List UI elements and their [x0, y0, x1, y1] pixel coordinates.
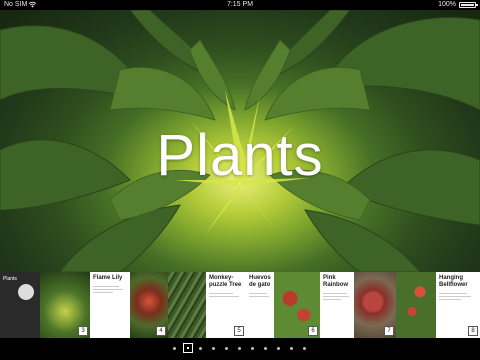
thumbnail-page[interactable]: 6 [274, 272, 320, 338]
thumbnail-page[interactable]: 7 [354, 272, 396, 338]
page-control[interactable] [0, 338, 480, 360]
thumbnail-card: Flame Lily [90, 272, 130, 338]
thumbnail-page[interactable]: Flame Lily [90, 272, 130, 338]
thumbnail-strip[interactable]: Plants 3 Flame Lily 4 Monkey-puzzle Tree… [0, 272, 480, 338]
clock: 7:15 PM [226, 1, 254, 8]
thumbnail-page[interactable]: 4 [130, 272, 168, 338]
thumbnail-page[interactable]: 3 [40, 272, 90, 338]
cover-logo-icon [18, 284, 34, 300]
page-dot[interactable] [225, 347, 228, 350]
thumbnail-page[interactable]: Huevos de gato [246, 272, 274, 338]
page-dot[interactable] [290, 347, 293, 350]
thumbnail-card: Huevos de gato [246, 272, 274, 338]
page-number: 8 [468, 326, 478, 336]
hero-title: Plants [156, 123, 324, 188]
thumbnail-page[interactable]: Monkey-puzzle Tree 5 [206, 272, 246, 338]
page-dot[interactable] [173, 347, 176, 350]
battery-icon [459, 2, 478, 8]
page-dot[interactable] [212, 347, 215, 350]
thumbnail-title: Hanging Bellflower [439, 275, 468, 288]
page-number: 5 [234, 326, 244, 336]
thumbnail-card: Pink Rainbow [320, 272, 354, 338]
thumbnail-page[interactable]: Pink Rainbow [320, 272, 354, 338]
page-number: 4 [156, 326, 166, 336]
page-dot-active[interactable] [183, 343, 193, 353]
thumbnail-page[interactable]: Hanging Bellflower 8 [436, 272, 480, 338]
thumbnail-title: Pink Rainbow [323, 275, 348, 288]
page-dot[interactable] [264, 347, 267, 350]
thumbnail-title: Monkey-puzzle Tree [209, 275, 242, 288]
page-dot[interactable] [199, 347, 202, 350]
thumbnail-photo [396, 272, 436, 338]
battery-percent: 100% [438, 1, 456, 8]
thumbnail-title: Huevos de gato [249, 275, 271, 288]
page-dot[interactable] [251, 347, 254, 350]
hero-image[interactable]: Plants [0, 10, 480, 272]
thumbnail-title: Flame Lily [93, 275, 123, 281]
page-number: 6 [308, 326, 318, 336]
thumbnail-title: Plants [3, 276, 17, 282]
page-number: 3 [78, 326, 88, 336]
page-dot[interactable] [303, 347, 306, 350]
thumbnail-cover[interactable]: Plants [0, 272, 40, 338]
thumbnail-page[interactable] [396, 272, 436, 338]
page-dot[interactable] [238, 347, 241, 350]
page-number: 7 [384, 326, 394, 336]
thumbnail-photo [168, 272, 206, 338]
thumbnail-page[interactable] [168, 272, 206, 338]
status-bar: No SIM 7:15 PM 100% [0, 0, 480, 10]
page-dot[interactable] [277, 347, 280, 350]
